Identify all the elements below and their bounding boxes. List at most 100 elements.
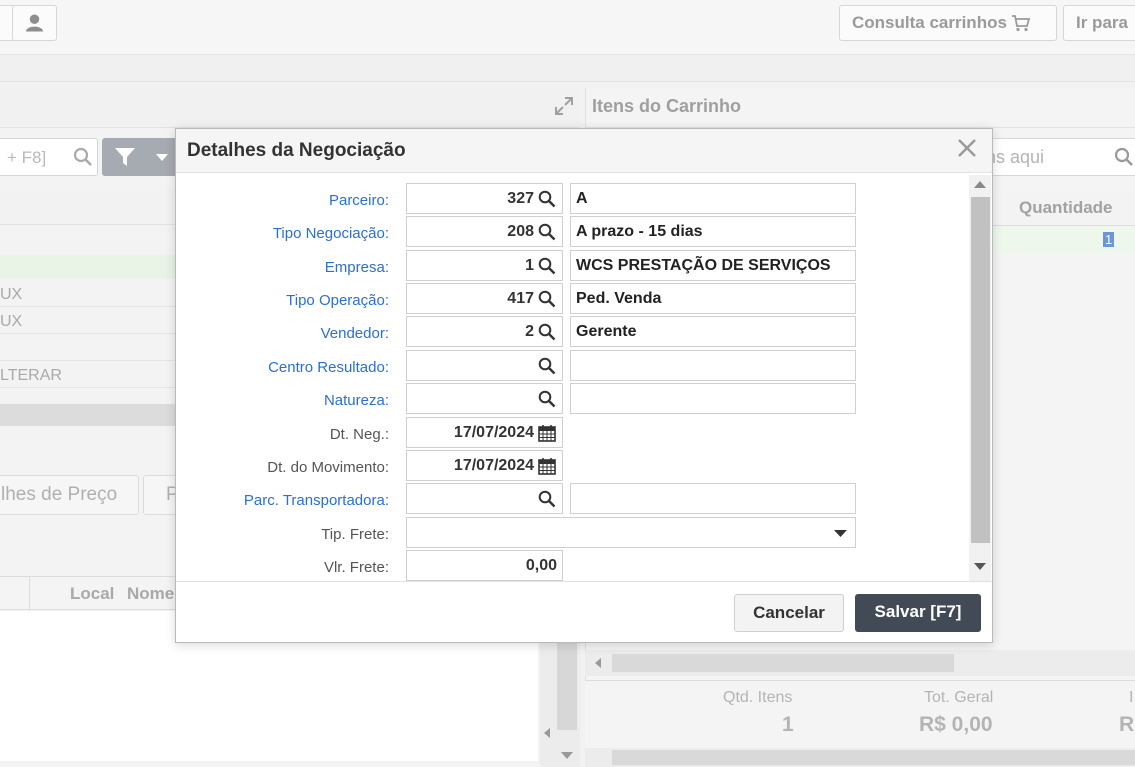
tab-detalhes-preco-label: lhes de Preço <box>1 484 118 505</box>
left-selected-row[interactable] <box>0 255 180 279</box>
cart-row-qty[interactable]: 1 <box>1103 232 1115 247</box>
search-icon[interactable] <box>538 223 556 241</box>
left-grid-header <box>0 190 180 225</box>
left-list-row[interactable]: LTERAR <box>0 361 180 388</box>
left-row-text: UX <box>0 313 23 330</box>
close-icon[interactable] <box>954 135 980 161</box>
natureza-label[interactable]: Natureza: <box>176 392 389 409</box>
col-local[interactable]: Local <box>70 584 114 604</box>
search-icon[interactable] <box>538 190 556 208</box>
dt-movimento-field[interactable]: 17/07/2024 <box>406 450 563 481</box>
cart-totals: Qtd. Itens 1 Tot. Geral R$ 0,00 I R <box>585 680 1135 748</box>
qtd-itens-value: 1 <box>782 713 794 736</box>
dt-neg-field[interactable]: 17/07/2024 <box>406 417 563 448</box>
search-icon[interactable] <box>538 490 556 508</box>
tipo-operacao-label[interactable]: Tipo Operação: <box>176 292 389 309</box>
left-list-row[interactable]: UX <box>0 280 180 307</box>
parc-transportadora-label[interactable]: Parc. Transportadora: <box>176 492 389 509</box>
dt-movimento-value: 17/07/2024 <box>453 457 534 474</box>
empresa-code-field[interactable]: 1 <box>406 250 563 281</box>
cart-bottom-scroll-thumb[interactable] <box>612 750 1135 765</box>
tab-detalhes-preco[interactable]: lhes de Preço <box>0 475 139 515</box>
search-icon[interactable] <box>538 323 556 341</box>
chevron-down-icon <box>834 530 847 537</box>
dialog-scroll-thumb[interactable] <box>971 197 990 543</box>
filter-button[interactable] <box>102 138 180 176</box>
chevron-up-icon[interactable] <box>974 181 986 189</box>
col-nome[interactable]: Nome <box>127 584 174 604</box>
centro-resultado-code-field[interactable] <box>406 350 563 381</box>
parceiro-label[interactable]: Parceiro: <box>176 192 389 209</box>
chevron-left-icon[interactable] <box>594 657 602 669</box>
search-icon[interactable] <box>538 290 556 308</box>
tipo-operacao-code-field[interactable]: 417 <box>406 283 563 314</box>
search-icon[interactable] <box>1114 147 1134 167</box>
dt-movimento-label: Dt. do Movimento: <box>267 459 389 476</box>
dialog-header: Detalhes da Negociação <box>176 129 992 173</box>
consulta-carrinhos-button[interactable]: Consulta carrinhos <box>839 5 1057 41</box>
calendar-icon[interactable] <box>538 424 556 442</box>
save-button[interactable]: Salvar [F7] <box>855 594 981 632</box>
ir-para-label: Ir para <box>1076 13 1128 32</box>
negotiation-details-dialog: Detalhes da Negociação Parceiro: 327 A T… <box>175 128 993 643</box>
left-list-row[interactable] <box>0 334 180 361</box>
col-divider <box>29 577 30 611</box>
left-bottom-grid-header: Local Nome <box>0 576 180 611</box>
product-search-placeholder: + F8] <box>7 148 47 167</box>
tip-frete-select[interactable] <box>406 517 856 548</box>
vendedor-description-field[interactable]: Gerente <box>570 316 856 347</box>
natureza-code-field[interactable] <box>406 383 563 414</box>
tipo-negociacao-label[interactable]: Tipo Negociação: <box>176 225 389 242</box>
search-icon[interactable] <box>538 257 556 275</box>
chevron-left-icon[interactable] <box>542 727 552 739</box>
parceiro-code-value: 327 <box>507 190 534 207</box>
parc-transportadora-code-field[interactable] <box>406 483 563 514</box>
vendedor-label[interactable]: Vendedor: <box>176 325 389 342</box>
ir-para-button[interactable]: Ir para <box>1063 5 1135 41</box>
dt-neg-label: Dt. Neg.: <box>329 426 389 443</box>
cancel-button[interactable]: Cancelar <box>734 594 844 632</box>
centro-resultado-label[interactable]: Centro Resultado: <box>176 359 389 376</box>
cart-scroll-thumb[interactable] <box>612 654 954 672</box>
empresa-label[interactable]: Empresa: <box>176 259 389 276</box>
left-panel-header <box>0 88 580 128</box>
chevron-down-icon[interactable] <box>561 752 573 760</box>
filter-icon <box>115 148 135 166</box>
parceiro-code-field[interactable]: 327 <box>406 183 563 214</box>
cart-grid-header: Quantidade <box>993 190 1135 226</box>
left-list-row[interactable]: UX <box>0 307 180 334</box>
user-button[interactable] <box>12 5 57 41</box>
empresa-code-value: 1 <box>525 257 534 274</box>
col-quantidade[interactable]: Quantidade <box>1019 198 1113 217</box>
dialog-title: Detalhes da Negociação <box>187 140 406 161</box>
vendedor-code-field[interactable]: 2 <box>406 316 563 347</box>
consulta-carrinhos-label: Consulta carrinhos <box>852 13 1007 32</box>
tipo-operacao-description-field[interactable]: Ped. Venda <box>570 283 856 314</box>
search-icon[interactable] <box>538 390 556 408</box>
tipo-negociacao-code-field[interactable]: 208 <box>406 216 563 247</box>
left-row-text: UX <box>0 286 23 303</box>
search-icon[interactable] <box>73 147 93 167</box>
calendar-icon[interactable] <box>538 457 556 475</box>
user-icon <box>25 14 44 32</box>
dialog-vertical-scrollbar[interactable] <box>969 175 991 581</box>
tipo-negociacao-description-field[interactable]: A prazo - 15 dias <box>570 216 856 247</box>
cart-row[interactable]: 1 <box>993 227 1135 253</box>
sub-toolbar <box>0 55 1135 82</box>
tot-geral-label: Tot. Geral <box>924 689 994 706</box>
vlr-frete-field[interactable]: 0,00 <box>406 550 563 581</box>
empresa-description-field[interactable]: WCS PRESTAÇÃO DE SERVIÇOS <box>570 250 856 281</box>
expand-icon[interactable] <box>554 96 574 116</box>
left-horizontal-scrollbar[interactable] <box>0 404 180 426</box>
natureza-description-field[interactable] <box>570 383 856 414</box>
search-icon[interactable] <box>538 357 556 375</box>
tot-geral-value: R$ 0,00 <box>919 713 993 736</box>
parc-transportadora-description-field[interactable] <box>570 483 856 514</box>
chevron-down-icon[interactable] <box>974 563 986 571</box>
dialog-footer: Cancelar Salvar [F7] <box>176 581 992 642</box>
centro-resultado-description-field[interactable] <box>570 350 856 381</box>
tip-frete-label: Tip. Frete: <box>321 526 389 543</box>
cart-bottom-scrollbar[interactable] <box>585 748 1135 767</box>
cart-search-input[interactable]: ns aqui <box>975 138 1135 176</box>
parceiro-description-field[interactable]: A <box>570 183 856 214</box>
